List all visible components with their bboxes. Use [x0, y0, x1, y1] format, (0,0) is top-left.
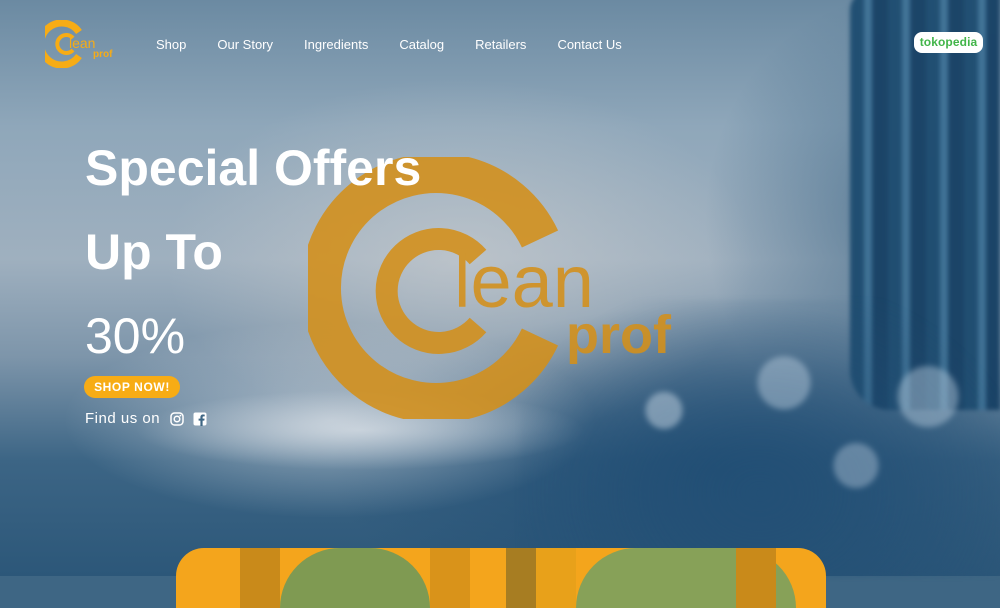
- nav-item-ingredients[interactable]: Ingredients: [304, 37, 368, 53]
- nav-item-retailers[interactable]: Retailers: [475, 37, 526, 53]
- nav-item-catalog[interactable]: Catalog: [399, 37, 444, 53]
- nav-item-contact-us[interactable]: Contact Us: [557, 37, 621, 53]
- hero-headline-line1: Special Offers: [85, 140, 422, 196]
- product-banner-peek: [176, 548, 826, 608]
- site-header: lean prof Shop Our Story Ingredients Cat…: [0, 0, 1000, 90]
- tokopedia-button[interactable]: tokopedia: [914, 32, 983, 53]
- find-us-row: Find us on: [85, 410, 216, 427]
- cleanprof-logo[interactable]: lean prof: [45, 20, 117, 68]
- nav-item-our-story[interactable]: Our Story: [217, 37, 273, 53]
- instagram-icon[interactable]: [170, 411, 184, 426]
- logo-lean-text: lean: [69, 35, 95, 51]
- hero-discount-percent: 30%: [85, 308, 186, 364]
- main-nav: Shop Our Story Ingredients Catalog Retai…: [156, 37, 653, 53]
- cleanprof-watermark-logo: lean prof: [308, 157, 672, 419]
- facebook-icon[interactable]: [193, 412, 207, 426]
- nav-item-shop[interactable]: Shop: [156, 37, 186, 53]
- watermark-prof-text: prof: [566, 305, 672, 365]
- find-us-label: Find us on: [85, 410, 161, 427]
- shop-now-button[interactable]: SHOP NOW!: [84, 376, 180, 398]
- logo-prof-text: prof: [93, 49, 113, 60]
- hero-headline-line2: Up To: [85, 224, 223, 280]
